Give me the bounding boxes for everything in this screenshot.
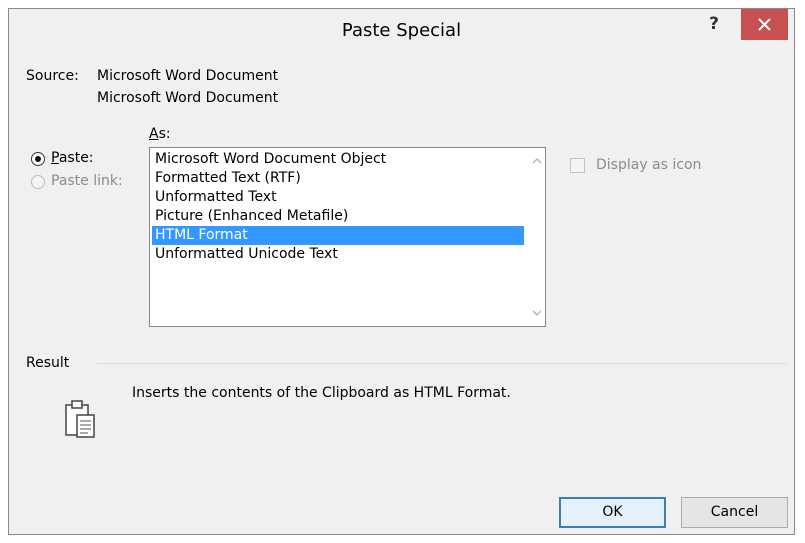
dialog-title: Paste Special xyxy=(341,20,462,41)
title-bar: Paste Special ? xyxy=(9,9,794,57)
list-item[interactable]: Microsoft Word Document Object xyxy=(152,150,524,169)
as-label: As: xyxy=(149,126,171,142)
ok-button[interactable]: OK xyxy=(559,497,666,528)
help-button[interactable]: ? xyxy=(699,11,729,39)
paste-link-radio[interactable] xyxy=(31,175,45,189)
source-value-line1: Microsoft Word Document xyxy=(97,68,279,84)
source-value-line2: Microsoft Word Document xyxy=(97,90,279,106)
clipboard-icon xyxy=(64,399,98,443)
list-item-selected[interactable]: HTML Format xyxy=(152,226,524,245)
list-item[interactable]: Picture (Enhanced Metafile) xyxy=(152,207,524,226)
paste-radio[interactable] xyxy=(31,152,45,166)
list-item[interactable]: Formatted Text (RTF) xyxy=(152,169,524,188)
result-description: Inserts the contents of the Clipboard as… xyxy=(132,385,511,401)
cancel-button[interactable]: Cancel xyxy=(681,497,788,528)
display-as-icon-checkbox[interactable] xyxy=(570,158,585,173)
as-label-rest: s: xyxy=(158,126,171,142)
paste-radio-label[interactable]: Paste: xyxy=(51,150,94,166)
paste-label-rest: aste: xyxy=(58,150,94,166)
result-label: Result xyxy=(26,355,70,371)
scroll-up-icon[interactable] xyxy=(530,154,544,168)
format-listbox[interactable]: Microsoft Word Document Object Formatted… xyxy=(149,147,546,327)
scroll-down-icon[interactable] xyxy=(530,306,544,320)
close-icon xyxy=(758,18,771,31)
result-divider xyxy=(97,363,787,364)
list-item[interactable]: Unformatted Text xyxy=(152,188,524,207)
paste-special-dialog: Paste Special ? Source: Microsoft Word D… xyxy=(8,8,795,535)
source-label: Source: xyxy=(26,68,79,84)
paste-link-radio-label[interactable]: Paste link: xyxy=(51,173,123,189)
list-item[interactable]: Unformatted Unicode Text xyxy=(152,245,524,264)
display-as-icon-label: Display as icon xyxy=(596,157,702,173)
close-button[interactable] xyxy=(741,9,788,40)
